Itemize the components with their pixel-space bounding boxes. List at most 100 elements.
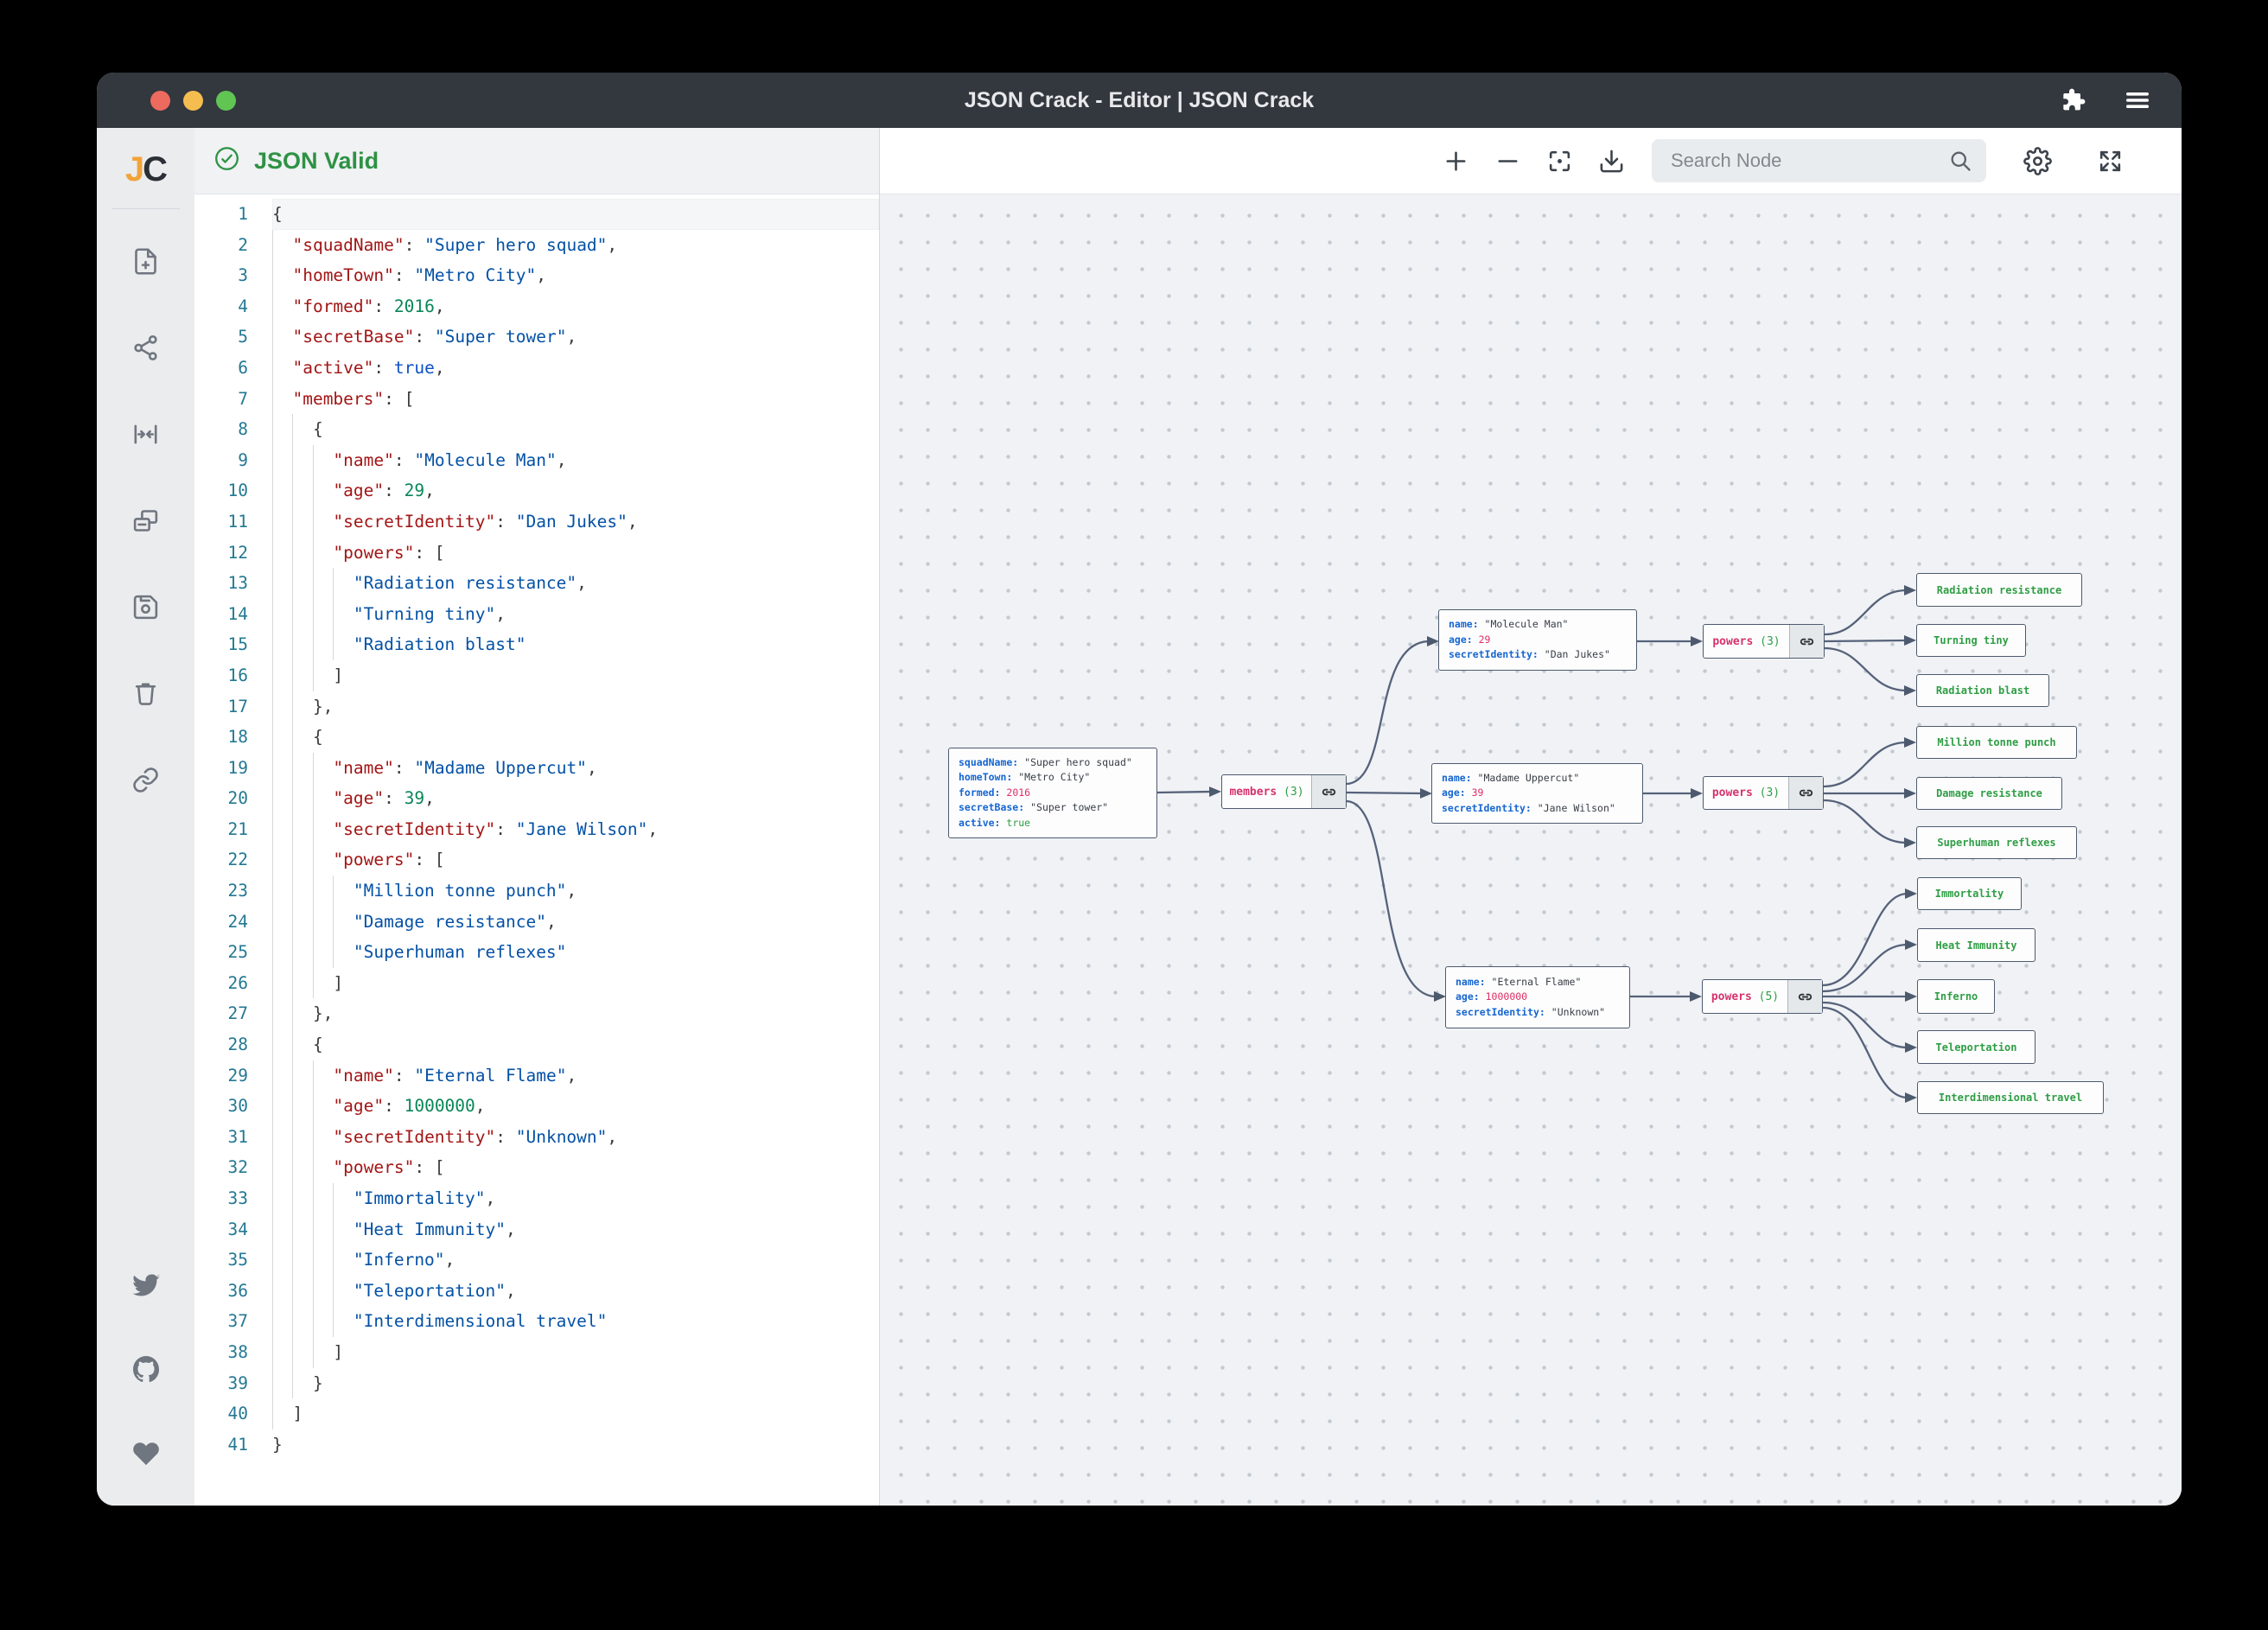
search-node-input[interactable] (1652, 139, 1986, 182)
github-icon[interactable] (131, 1353, 162, 1385)
code-line[interactable]: 35"Inferno", (194, 1245, 879, 1276)
code-line[interactable]: 25"Superhuman reflexes" (194, 937, 879, 968)
leaf-node-text: Million tonne punch (1937, 736, 2055, 748)
code-line[interactable]: 12"powers": [ (194, 538, 879, 569)
code-line[interactable]: 11"secretIdentity": "Dan Jukes", (194, 506, 879, 538)
code-line[interactable]: 41} (194, 1429, 879, 1461)
code-line[interactable]: 21"secretIdentity": "Jane Wilson", (194, 814, 879, 845)
code-line[interactable]: 13"Radiation resistance", (194, 568, 879, 599)
code-line[interactable]: 30"age": 1000000, (194, 1091, 879, 1122)
download-image-button[interactable] (1591, 141, 1631, 181)
code-line[interactable]: 22"powers": [ (194, 844, 879, 875)
graph-node-leaf-radiation-blast[interactable]: Radiation blast (1916, 674, 2049, 707)
code-line[interactable]: 23"Million tonne punch", (194, 875, 879, 907)
code-line[interactable]: 15"Radiation blast" (194, 629, 879, 660)
graph-node-leaf-inferno[interactable]: Inferno (1917, 979, 1995, 1014)
copy-icon[interactable] (131, 505, 162, 536)
code-line[interactable]: 6"active": true, (194, 353, 879, 384)
extension-puzzle-icon[interactable] (2059, 86, 2086, 114)
code-line[interactable]: 17}, (194, 691, 879, 723)
code-line[interactable]: 5"secretBase": "Super tower", (194, 322, 879, 353)
graph-node-leaf-immortality[interactable]: Immortality (1917, 877, 2022, 910)
indent-guide (272, 1091, 292, 1122)
code-line[interactable]: 14"Turning tiny", (194, 599, 879, 630)
node-field-age: age: 39 (1442, 786, 1633, 801)
code-line[interactable]: 2"squadName": "Super hero squad", (194, 230, 879, 261)
graph-node-leaf-damage-resistance[interactable]: Damage resistance (1916, 777, 2062, 810)
zoom-in-button[interactable] (1436, 141, 1475, 181)
new-file-icon[interactable] (131, 245, 162, 277)
indent-guide (333, 1306, 353, 1337)
sponsor-heart-icon[interactable] (131, 1438, 162, 1469)
code-line[interactable]: 26] (194, 968, 879, 999)
line-number: 5 (194, 322, 272, 353)
node-field-secretIdentity: secretIdentity: "Jane Wilson" (1442, 801, 1633, 817)
graph-view-icon[interactable] (131, 332, 162, 363)
json-code-editor[interactable]: 1{2"squadName": "Super hero squad",3"hom… (194, 194, 879, 1506)
code-line[interactable]: 9"name": "Molecule Man", (194, 445, 879, 476)
settings-gear-icon[interactable] (2017, 141, 2057, 181)
fullscreen-icon[interactable] (2090, 141, 2130, 181)
graph-node-powers-3[interactable]: powers (5) (1702, 979, 1823, 1014)
code-line[interactable]: 28{ (194, 1029, 879, 1060)
code-line[interactable]: 34"Heat Immunity", (194, 1214, 879, 1245)
share-link-icon[interactable] (131, 764, 162, 795)
code-line[interactable]: 29"name": "Eternal Flame", (194, 1060, 879, 1092)
menu-icon[interactable] (2123, 87, 2152, 113)
delete-icon[interactable] (131, 678, 162, 709)
graph-node-leaf-turning-tiny[interactable]: Turning tiny (1916, 624, 2026, 657)
code-line[interactable]: 37"Interdimensional travel" (194, 1306, 879, 1337)
code-line[interactable]: 24"Damage resistance", (194, 907, 879, 938)
code-line[interactable]: 19"name": "Madame Uppercut", (194, 753, 879, 784)
search-icon[interactable] (1948, 149, 1972, 177)
code-line[interactable]: 10"age": 29, (194, 475, 879, 506)
code-line[interactable]: 1{ (194, 199, 879, 230)
code-line[interactable]: 3"homeTown": "Metro City", (194, 260, 879, 291)
graph-node-leaf-interdimensional-travel[interactable]: Interdimensional travel (1917, 1081, 2104, 1114)
twitter-icon[interactable] (131, 1269, 162, 1300)
expand-link-icon[interactable] (1787, 980, 1822, 1013)
expand-link-icon[interactable] (1311, 775, 1346, 808)
code-line[interactable]: 4"formed": 2016, (194, 291, 879, 322)
graph-node-member-1[interactable]: name: "Molecule Man"age: 29secretIdentit… (1438, 609, 1637, 671)
expand-link-icon[interactable] (1789, 625, 1824, 658)
code-line[interactable]: 36"Teleportation", (194, 1276, 879, 1307)
graph-node-leaf-superhuman-reflexes[interactable]: Superhuman reflexes (1916, 826, 2077, 859)
node-field-secretBase: secretBase: "Super tower" (959, 800, 1147, 816)
graph-node-member-2[interactable]: name: "Madame Uppercut"age: 39secretIden… (1431, 763, 1643, 824)
indent-guide (313, 937, 333, 968)
expand-link-icon[interactable] (1788, 777, 1823, 809)
indent-guide (272, 814, 292, 845)
code-line[interactable]: 27}, (194, 998, 879, 1029)
code-line[interactable]: 16] (194, 660, 879, 691)
center-view-button[interactable] (1539, 141, 1579, 181)
graph-node-powers-1[interactable]: powers (3) (1703, 624, 1825, 659)
graph-node-leaf-heat-immunity[interactable]: Heat Immunity (1917, 928, 2035, 962)
graph-node-leaf-radiation-resistance[interactable]: Radiation resistance (1916, 573, 2082, 607)
code-line[interactable]: 38] (194, 1337, 879, 1368)
graph-node-member-3[interactable]: name: "Eternal Flame"age: 1000000secretI… (1445, 966, 1630, 1028)
code-line[interactable]: 33"Immortality", (194, 1183, 879, 1214)
zoom-out-button[interactable] (1488, 141, 1527, 181)
line-number: 32 (194, 1152, 272, 1183)
code-line[interactable]: 8{ (194, 414, 879, 445)
code-line[interactable]: 7"members": [ (194, 384, 879, 415)
jsoncrack-logo[interactable]: JC (125, 150, 166, 189)
code-line[interactable]: 31"secretIdentity": "Unknown", (194, 1122, 879, 1153)
indent-guide (313, 629, 333, 660)
graph-node-leaf-million-tonne-punch[interactable]: Million tonne punch (1916, 726, 2077, 759)
graph-canvas[interactable]: squadName: "Super hero squad"homeTown: "… (880, 194, 2182, 1506)
save-icon[interactable] (131, 591, 162, 622)
graph-node-leaf-teleportation[interactable]: Teleportation (1917, 1030, 2035, 1064)
collapse-nodes-icon[interactable] (131, 418, 162, 449)
graph-node-members[interactable]: members (3) (1221, 774, 1347, 809)
code-line[interactable]: 39} (194, 1368, 879, 1399)
graph-node-powers-2[interactable]: powers (3) (1703, 776, 1824, 810)
code-line[interactable]: 40] (194, 1398, 879, 1429)
indent-guide (292, 1122, 312, 1153)
code-line[interactable]: 20"age": 39, (194, 783, 879, 814)
line-number: 37 (194, 1306, 272, 1337)
graph-node-root[interactable]: squadName: "Super hero squad"homeTown: "… (948, 748, 1157, 838)
code-line[interactable]: 32"powers": [ (194, 1152, 879, 1183)
code-line[interactable]: 18{ (194, 722, 879, 753)
